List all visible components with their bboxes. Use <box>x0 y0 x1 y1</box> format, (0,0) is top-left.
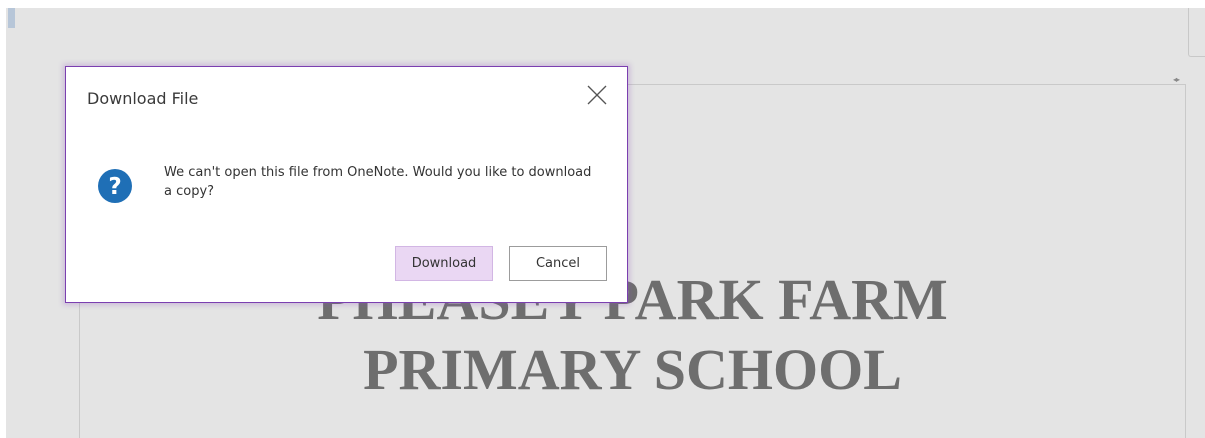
cancel-button[interactable]: Cancel <box>509 246 607 281</box>
left-accent <box>8 8 15 28</box>
dialog-message: We can't open this file from OneNote. Wo… <box>164 165 592 199</box>
svg-text:?: ? <box>108 174 121 200</box>
resize-handle-icon[interactable]: ◂▸ <box>1173 75 1180 84</box>
heading-line-2: PRIMARY SCHOOL <box>363 337 902 402</box>
download-file-dialog: Download File ? We can't open this file … <box>65 66 628 303</box>
dialog-title: Download File <box>87 89 199 108</box>
close-icon <box>587 85 607 105</box>
download-button[interactable]: Download <box>395 246 493 281</box>
question-icon: ? <box>97 168 133 204</box>
top-band <box>0 0 1205 8</box>
left-rail <box>0 8 6 438</box>
right-corner-panel <box>1188 8 1205 57</box>
close-button[interactable] <box>585 83 609 107</box>
